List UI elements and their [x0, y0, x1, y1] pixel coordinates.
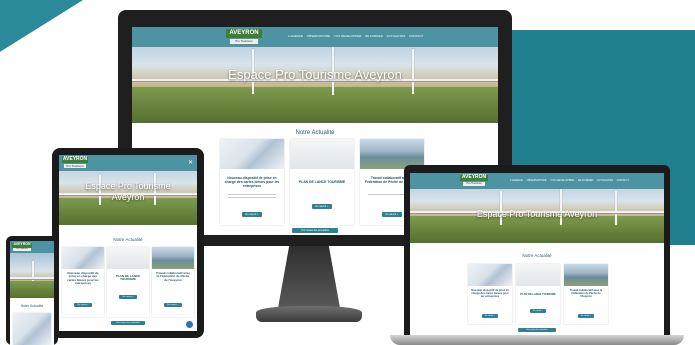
all-news-button[interactable]: Voir toutes les actualités — [111, 321, 145, 325]
section-title: Notre Actualité — [522, 253, 552, 258]
read-more-button[interactable]: En savoir + — [312, 204, 332, 209]
hero-title-line1: Espace Pro Tourisme — [85, 181, 171, 191]
card-image — [62, 247, 104, 269]
nav-item-former[interactable]: SE FORMER — [578, 179, 593, 182]
card-image — [468, 264, 512, 286]
card-title[interactable]: Nouveau dispositif de prise en charge de… — [223, 176, 281, 189]
card-image — [152, 247, 194, 269]
laptop-screen: Espace Pro Tourisme Aveyron AVEYRON Pro … — [410, 173, 664, 335]
news-card[interactable]: Nouveau dispositif de prise en charge de… — [468, 264, 512, 324]
read-more-button[interactable]: En savoir + — [482, 314, 498, 318]
monitor-stand — [278, 246, 340, 308]
menu-close-icon[interactable]: ✕ — [188, 159, 193, 166]
nav-item-developper[interactable]: VOS DEVELOPPER — [334, 34, 362, 38]
card-image — [290, 139, 354, 169]
top-nav: AVEYRON Pro Tourisme — [10, 241, 54, 253]
news-card[interactable]: Nouveau dispositif de prise en charge de… — [220, 139, 284, 225]
card-title[interactable]: Travail collaboratif avec la Fédération … — [155, 271, 191, 282]
read-more-button[interactable]: En savoir + — [382, 212, 402, 217]
nav-item-actualites[interactable]: ACTUALITES — [597, 179, 613, 182]
nav-item-contact[interactable]: CONTACT — [617, 179, 629, 182]
card-image — [220, 139, 284, 169]
phone: AVEYRON Pro Tourisme Notre Actualité — [6, 236, 58, 345]
news-card[interactable]: Nouveau dispositif de prise en charge de… — [62, 247, 104, 317]
phone-screen: AVEYRON Pro Tourisme Notre Actualité — [10, 241, 54, 345]
news-card[interactable]: Travail collaboratif avec la Fédération … — [564, 264, 608, 324]
read-more-button[interactable]: En savoir + — [530, 309, 546, 313]
site-logo-sub: Pro Tourisme — [64, 164, 86, 168]
card-image — [107, 247, 149, 269]
nav-item-observatoire[interactable]: OBSERVATOIRE — [307, 34, 330, 38]
nav-item-developper[interactable]: VOS DEVELOPPER — [550, 179, 574, 182]
all-news-button[interactable]: Voir toutes les actualités — [292, 228, 338, 233]
section-title: Notre Actualité — [20, 304, 44, 308]
nav-item-agence[interactable]: L'AGENCE — [510, 179, 523, 182]
card-title[interactable]: Nouveau dispositif de prise en charge de… — [471, 289, 509, 299]
read-more-button[interactable]: En savoir + — [119, 295, 137, 299]
hero-title: Espace Pro Tourisme Aveyron — [228, 67, 402, 82]
read-more-button[interactable]: En savoir + — [74, 303, 92, 307]
news-card[interactable]: Travail collaboratif avec la Fédération … — [152, 247, 194, 317]
site-logo[interactable]: AVEYRON — [62, 157, 88, 163]
site-logo-sub: Pro Tourisme — [230, 39, 258, 44]
nav-item-agence[interactable]: L'AGENCE — [288, 34, 303, 38]
nav-menu: L'AGENCE OBSERVATOIRE VOS DEVELOPPER SE … — [288, 34, 423, 38]
nav-menu: L'AGENCE OBSERVATOIRE VOS DEVELOPPER SE … — [510, 179, 629, 182]
nav-item-former[interactable]: SE FORMER — [365, 34, 383, 38]
monitor-base — [256, 306, 362, 322]
tablet: Espace Pro Tourisme Aveyron AVEYRON Pro … — [52, 148, 204, 338]
section-title: Notre Actualité — [295, 130, 335, 136]
top-nav: AVEYRON Pro Tourisme L'AGENCE OBSERVATOI… — [132, 27, 498, 47]
chat-icon[interactable] — [186, 321, 193, 328]
tablet-screen: Espace Pro Tourisme Aveyron AVEYRON Pro … — [59, 155, 197, 331]
card-image — [13, 313, 51, 345]
laptop-base — [390, 335, 684, 345]
news-card[interactable]: PLAN DE LANCE TOURISME En savoir + — [516, 264, 560, 324]
section-title: Notre Actualité — [113, 237, 143, 242]
news-card[interactable]: PLAN DE LANCE TOURISME En savoir + — [107, 247, 149, 317]
corner-accent — [0, 0, 91, 54]
laptop: Espace Pro Tourisme Aveyron AVEYRON Pro … — [404, 165, 670, 335]
hero-title: Espace Pro Tourisme Aveyron — [476, 209, 598, 219]
top-nav: AVEYRON Pro Tourisme ✕ — [59, 155, 197, 171]
site-logo-sub: Pro Tourisme — [13, 248, 31, 251]
card-title[interactable]: PLAN DE LANCE TOURISME — [110, 274, 146, 282]
nav-item-contact[interactable]: CONTACT — [409, 34, 423, 38]
site-logo-sub: Pro Tourisme — [463, 182, 485, 186]
read-more-button[interactable]: En savoir + — [242, 212, 262, 217]
hero-title-line2: Aveyron — [111, 192, 145, 202]
nav-item-observatoire[interactable]: OBSERVATOIRE — [527, 179, 547, 182]
card-title[interactable]: PLAN DE LANCE TOURISME — [519, 293, 557, 297]
read-more-button[interactable]: En savoir + — [164, 303, 182, 307]
top-nav: AVEYRON Pro Tourisme L'AGENCE OBSERVATOI… — [410, 173, 664, 189]
nav-item-actualites[interactable]: ACTUALITES — [387, 34, 406, 38]
all-news-button[interactable]: Voir toutes les actualités — [518, 328, 556, 332]
card-title[interactable]: PLAN DE LANCE TOURISME — [293, 180, 351, 185]
site-logo[interactable]: AVEYRON — [226, 29, 262, 38]
card-image — [564, 264, 608, 286]
site-logo[interactable]: AVEYRON — [460, 175, 488, 181]
card-title[interactable]: Nouveau dispositif de prise en charge de… — [65, 271, 101, 286]
card-title[interactable]: Travail collaboratif avec la Fédération … — [567, 289, 605, 299]
news-card[interactable] — [13, 313, 51, 345]
news-card[interactable]: PLAN DE LANCE TOURISME En savoir + — [290, 139, 354, 225]
hero-image — [10, 253, 54, 298]
card-image — [516, 264, 560, 286]
read-more-button[interactable]: En savoir + — [578, 314, 594, 318]
